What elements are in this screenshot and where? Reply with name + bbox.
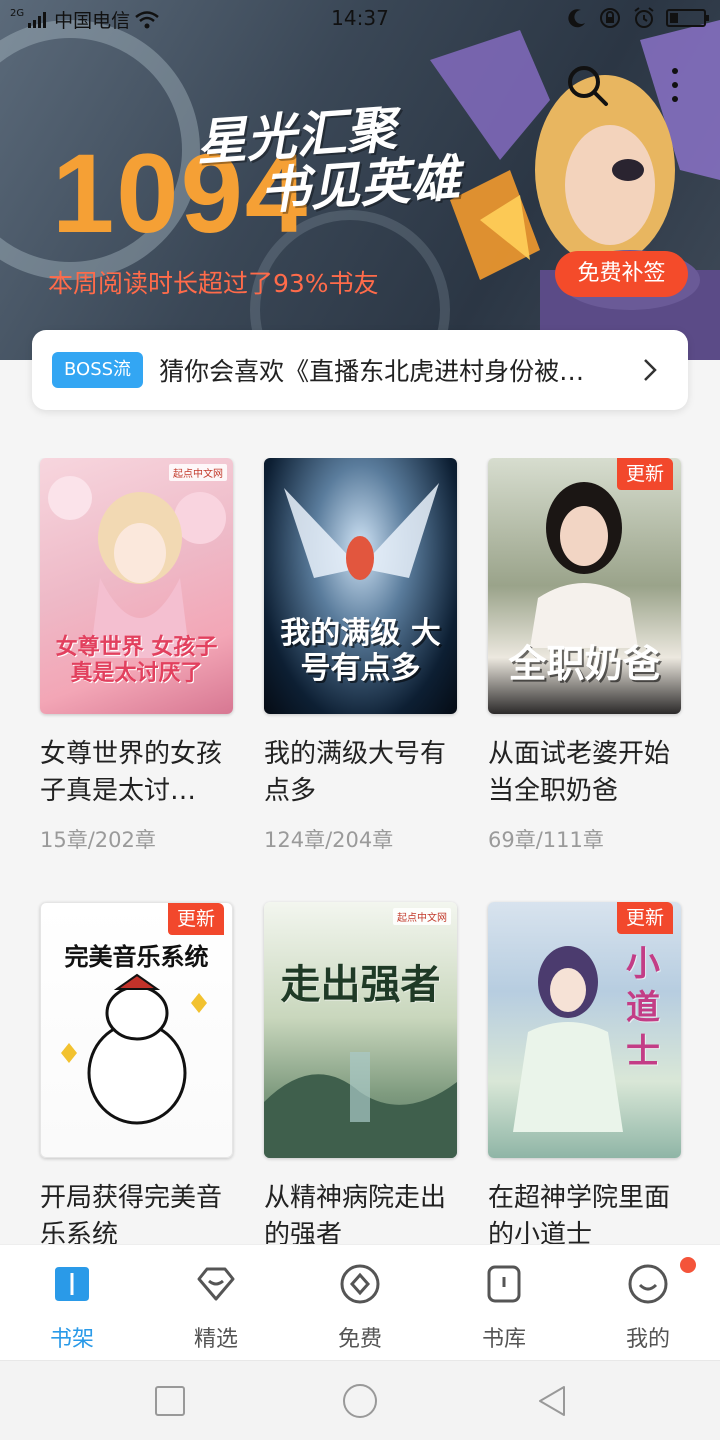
publisher-label: 起点中文网: [169, 464, 227, 481]
banner-slogan: 星光汇聚 书见英雄: [194, 99, 462, 222]
tab-bookshelf[interactable]: 书架: [0, 1245, 144, 1360]
featured-icon: [197, 1267, 235, 1301]
reading-progress: 69章/111章: [488, 828, 604, 852]
cover-title: 全职奶爸: [508, 641, 661, 687]
book-title: 女尊世界的女孩子真是太讨…: [40, 739, 223, 806]
free-icon: [340, 1264, 380, 1304]
tab-profile[interactable]: 我的: [576, 1245, 720, 1360]
home-icon[interactable]: [342, 1383, 378, 1419]
tab-label: 精选: [193, 1327, 238, 1352]
moon-icon: [568, 9, 585, 28]
rotation-lock-icon: [600, 8, 620, 28]
bookshelf-icon: [55, 1267, 89, 1301]
free-checkin-button[interactable]: 免费补签: [555, 251, 688, 297]
book-item[interactable]: 更新 全职奶爸 从面试老婆开始当全职奶爸 69章/111章: [488, 458, 681, 854]
book-title: 从精神病院走出的强者: [264, 1183, 447, 1244]
tab-library[interactable]: 书库: [432, 1245, 576, 1360]
cover-title: 女尊世界 女孩子真是太讨厌了: [55, 634, 218, 686]
header-banner[interactable]: 2G 中国电信 14:37 1094 星光汇聚 书见英雄 本周阅读时长超过了93…: [0, 0, 720, 360]
recommendation-bar[interactable]: BOSS流 猜你会喜欢《直播东北虎进村身份被…: [32, 330, 688, 410]
book-cover[interactable]: 起点中文网 女尊世界 女孩子真是太讨厌了: [40, 458, 233, 714]
status-bar: 2G 中国电信 14:37: [0, 0, 720, 38]
book-cover[interactable]: 我的满级 大号有点多: [264, 458, 457, 714]
book-item[interactable]: 更新 完美音乐系统 开局获得完美音乐系统: [40, 902, 233, 1244]
book-title: 从面试老婆开始当全职奶爸: [488, 739, 671, 806]
genre-tag: BOSS流: [52, 352, 144, 388]
reading-progress: 15章/202章: [40, 828, 156, 852]
status-right: [566, 6, 709, 30]
reading-progress: 124章/204章: [264, 828, 394, 852]
tab-featured[interactable]: 精选: [144, 1245, 288, 1360]
book-item[interactable]: 更新 小道士 在超神学院里面的小道士: [488, 902, 681, 1244]
book-cover[interactable]: 更新 完美音乐系统: [40, 902, 233, 1158]
book-item[interactable]: 我的满级 大号有点多 我的满级大号有点多 124章/204章: [264, 458, 457, 854]
recent-apps-icon[interactable]: [152, 1383, 188, 1419]
cover-title: 小道士: [626, 944, 660, 1073]
profile-icon: [628, 1264, 668, 1304]
update-badge: 更新: [617, 902, 673, 934]
back-icon[interactable]: [534, 1383, 570, 1419]
update-badge: 更新: [617, 458, 673, 490]
search-icon[interactable]: [564, 62, 610, 108]
library-icon: [487, 1265, 521, 1303]
more-menu-icon[interactable]: [660, 62, 690, 108]
tab-label: 书架: [49, 1327, 94, 1352]
book-item[interactable]: 起点中文网 女尊世界 女孩子真是太讨厌了 女尊世界的女孩子真是太讨… 15章/2…: [40, 458, 233, 854]
book-cover[interactable]: 起点中文网 走出强者: [264, 902, 457, 1158]
publisher-label: 起点中文网: [393, 908, 451, 925]
book-item[interactable]: 起点中文网 走出强者 从精神病院走出的强者: [264, 902, 457, 1244]
tab-label: 免费: [337, 1327, 382, 1352]
tab-label: 书库: [481, 1327, 526, 1352]
tab-label: 我的: [625, 1327, 670, 1352]
cover-title: 完美音乐系统: [64, 942, 209, 971]
system-navigation-bar: [0, 1360, 720, 1440]
notification-dot: [680, 1257, 696, 1273]
book-title: 在超神学院里面的小道士: [488, 1183, 671, 1244]
banner-slogan-line2: 书见英雄: [257, 147, 462, 221]
bottom-tab-bar: 书架 精选 免费 书库 我的: [0, 1244, 720, 1360]
reading-time-subtitle: 本周阅读时长超过了93%书友: [48, 269, 379, 298]
recommendation-text: 猜你会喜欢《直播东北虎进村身份被…: [159, 357, 585, 386]
book-cover[interactable]: 更新 小道士: [488, 902, 681, 1158]
alarm-icon: [634, 7, 654, 28]
book-title: 我的满级大号有点多: [264, 739, 447, 806]
book-title: 开局获得完美音乐系统: [40, 1183, 223, 1244]
bookshelf-grid: 起点中文网 女尊世界 女孩子真是太讨厌了 女尊世界的女孩子真是太讨… 15章/2…: [0, 458, 720, 1244]
cover-title: 走出强者: [280, 961, 441, 1008]
battery-icon: [666, 9, 709, 27]
cover-title: 我的满级 大号有点多: [280, 616, 441, 686]
tab-free[interactable]: 免费: [288, 1245, 432, 1360]
book-cover[interactable]: 更新 全职奶爸: [488, 458, 681, 714]
chevron-right-icon: [644, 359, 657, 381]
cover-illustration: [264, 1052, 457, 1158]
update-badge: 更新: [168, 903, 224, 935]
